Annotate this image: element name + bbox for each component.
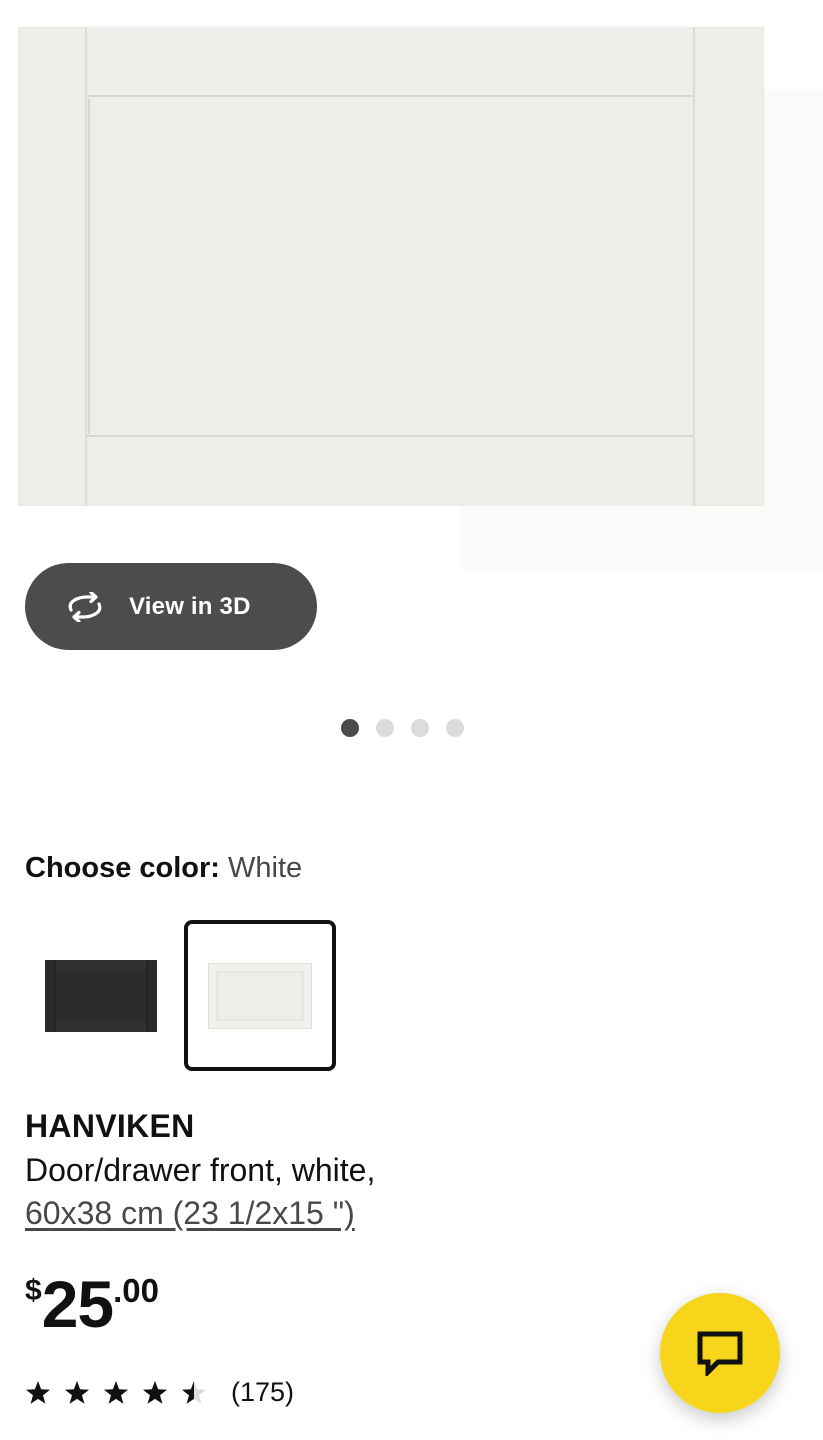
- price-currency: $: [25, 1274, 42, 1307]
- carousel-dot-3[interactable]: [411, 719, 429, 737]
- price-decimal: .00: [113, 1272, 159, 1309]
- star-icon: [64, 1380, 90, 1405]
- price-integer: 25: [41, 1267, 114, 1341]
- star-icon: [25, 1380, 51, 1405]
- star-icon: [142, 1380, 168, 1405]
- star-icon: [103, 1380, 129, 1405]
- white-door-thumbnail: [208, 962, 312, 1029]
- review-count: (175): [231, 1377, 295, 1407]
- carousel-dot-2[interactable]: [376, 719, 394, 737]
- selected-color-value: White: [228, 852, 303, 884]
- rotate-3d-icon: [63, 591, 107, 622]
- black-door-thumbnail: [45, 959, 157, 1032]
- color-swatch-black[interactable]: [25, 920, 177, 1071]
- carousel-dot-4[interactable]: [446, 719, 464, 737]
- product-rating[interactable]: (175): [25, 1377, 294, 1408]
- carousel-dot-1[interactable]: [341, 719, 359, 737]
- chat-button[interactable]: [660, 1293, 780, 1413]
- view-in-3d-button[interactable]: View in 3D: [25, 563, 317, 650]
- product-image: [18, 27, 764, 506]
- choose-color-heading: Choose color: White: [25, 852, 302, 885]
- color-swatch-white[interactable]: [184, 920, 336, 1071]
- product-image-gallery[interactable]: [0, 0, 823, 580]
- chat-bubble-icon: [697, 1331, 743, 1376]
- product-description: Door/drawer front, white,: [25, 1152, 376, 1188]
- product-name: HANVIKEN: [25, 1108, 195, 1144]
- star-icon: [181, 1380, 207, 1405]
- carousel-pagination: [341, 719, 464, 737]
- product-size-link[interactable]: 60x38 cm (23 1/2x15 "): [25, 1195, 355, 1232]
- view-in-3d-label: View in 3D: [129, 592, 251, 620]
- star-rating: [25, 1380, 207, 1405]
- product-price: $ 25 .00: [25, 1268, 159, 1340]
- choose-color-label: Choose color:: [25, 852, 220, 884]
